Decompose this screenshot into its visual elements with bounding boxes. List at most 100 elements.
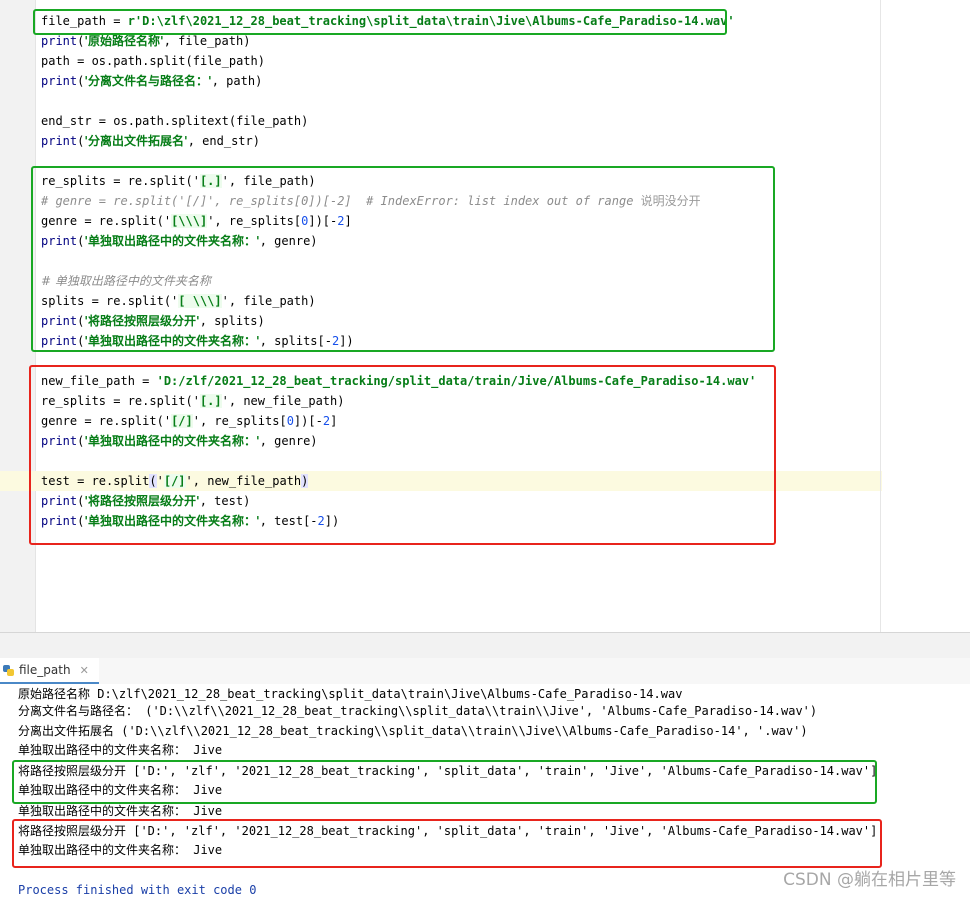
code-token: '原始路径名称' [84,34,164,48]
code-token: ' [185,474,193,488]
code-token: print [41,494,78,508]
editor-gutter [0,0,36,632]
code-token: ] [330,414,338,428]
code-token: 2 [317,514,325,528]
code-token: , file_path) [228,174,316,188]
code-token: ' [221,394,229,408]
code-token: splits = re.split( [41,294,172,308]
code-line: print('分离文件名与路径名：', path) [41,71,262,91]
code-token: file_path = [41,14,128,28]
process-finished-line: Process finished with exit code 0 [18,883,257,897]
code-token: '将路径按照层级分开' [84,494,200,508]
code-token: print [41,134,78,148]
code-line: path = os.path.split(file_path) [41,51,265,71]
code-token: , file_path) [163,34,251,48]
code-token: [\\\] [171,214,208,228]
code-token: , re_splits[ [214,214,302,228]
code-token: , new_file_path) [228,394,345,408]
code-token: # genre = re.split('[/]', re_splits[0])[… [41,194,641,208]
code-token: path = os.path.split(file_path) [41,54,265,68]
code-token: ]) [324,514,340,528]
code-token: print [41,514,78,528]
console-line: 单独取出路径中的文件夹名称： Jive [18,843,223,857]
code-token: end_str = os.path.splitext(file_path) [41,114,309,128]
code-line: print('将路径按照层级分开', test) [41,491,250,511]
code-line: re_splits = re.split('[.]', file_path) [41,171,316,191]
code-token: test = re.split [41,474,150,488]
code-line: test = re.split('[/]', new_file_path) [41,471,309,491]
close-icon[interactable]: ✕ [80,664,89,677]
code-token: , splits) [199,314,265,328]
code-token: , file_path) [228,294,316,308]
csdn-watermark: CSDN @躺在相片里等 [783,870,956,890]
code-token: ' [163,414,172,428]
code-token: , path) [211,74,263,88]
code-token: [/] [171,414,193,428]
code-token: # 单独取出路径中的文件夹名称 [41,274,211,288]
code-editor[interactable]: file_path = r'D:\zlf\2021_12_28_beat_tra… [0,0,970,632]
code-token: print [41,34,78,48]
code-line: end_str = os.path.splitext(file_path) [41,111,308,131]
code-token: '单独取出路径中的文件夹名称：' [84,514,260,528]
code-line: print('原始路径名称', file_path) [41,31,250,51]
code-line: splits = re.split('[ \\\]', file_path) [41,291,316,311]
tool-window-divider [0,632,970,659]
code-token: ' [163,214,172,228]
console-line: 单独取出路径中的文件夹名称： Jive [18,783,223,797]
code-line: # genre = re.split('[/]', re_splits[0])[… [41,191,701,211]
code-token: ' [221,174,229,188]
code-token: , test[- [259,514,318,528]
code-token: '单独取出路径中的文件夹名称：' [84,434,260,448]
code-line: re_splits = re.split('[.]', new_file_pat… [41,391,344,411]
code-line: print('将路径按照层级分开', splits) [41,311,265,331]
run-tab-label: file_path [19,663,71,677]
code-token: 2 [322,414,331,428]
code-line: print('单独取出路径中的文件夹名称：', splits[-2]) [41,331,354,351]
code-line: new_file_path = 'D:/zlf/2021_12_28_beat_… [41,371,756,391]
code-line: print('单独取出路径中的文件夹名称：', test[-2]) [41,511,339,531]
console-line: 将路径按照层级分开 ['D:', 'zlf', '2021_12_28_beat… [18,824,878,838]
code-line: file_path = r'D:\zlf\2021_12_28_beat_tra… [41,11,735,31]
code-token: , genre) [259,434,318,448]
code-line: # 单独取出路径中的文件夹名称 [41,271,211,291]
code-line: print('分离出文件拓展名', end_str) [41,131,260,151]
code-token: print [41,234,78,248]
code-token: print [41,434,78,448]
code-token: genre = re.split( [41,414,164,428]
code-token: ])[- [308,214,338,228]
python-icon [3,664,14,676]
code-line: genre = re.split('[\\\]', re_splits[0])[… [41,211,352,231]
code-token: ' [221,294,229,308]
code-token: new_file_path = [41,374,157,388]
code-token: 说明没分开 [640,194,701,208]
code-token: 2 [337,214,345,228]
code-token: print [41,314,78,328]
console-line: 分离文件名与路径名： ('D:\\zlf\\2021_12_28_beat_tr… [18,704,818,718]
code-token: '将路径按照层级分开' [84,314,200,328]
code-token: ( [149,474,157,488]
code-token: , new_file_path [192,474,302,488]
run-tab-file-path[interactable]: file_path ✕ [0,658,99,684]
code-token: print [41,74,78,88]
code-token: [.] [199,174,222,188]
code-token: re_splits = re.split( [41,394,193,408]
code-token: ])[- [293,414,323,428]
code-token: '分离文件名与路径名：' [84,74,212,88]
code-line: print('单独取出路径中的文件夹名称：', genre) [41,431,318,451]
code-token: r'D:\zlf\2021_12_28_beat_tracking\split_… [127,14,735,28]
code-token: , splits[- [259,334,332,348]
code-token: '分离出文件拓展名' [84,134,188,148]
code-token: , genre) [259,234,318,248]
code-token: [/] [163,474,186,488]
code-token: [.] [199,394,222,408]
code-token: 0 [286,414,294,428]
console-line: 分离出文件拓展名 ('D:\\zlf\\2021_12_28_beat_trac… [18,724,808,738]
code-token: [ \\\] [178,294,222,308]
code-token: '单独取出路径中的文件夹名称：' [84,234,260,248]
console-line: 将路径按照层级分开 ['D:', 'zlf', '2021_12_28_beat… [18,764,878,778]
console-line: 单独取出路径中的文件夹名称： Jive [18,743,223,757]
run-tab-strip [0,658,970,685]
code-line: print('单独取出路径中的文件夹名称：', genre) [41,231,318,251]
code-token: , end_str) [187,134,260,148]
code-token: , re_splits[ [199,414,287,428]
